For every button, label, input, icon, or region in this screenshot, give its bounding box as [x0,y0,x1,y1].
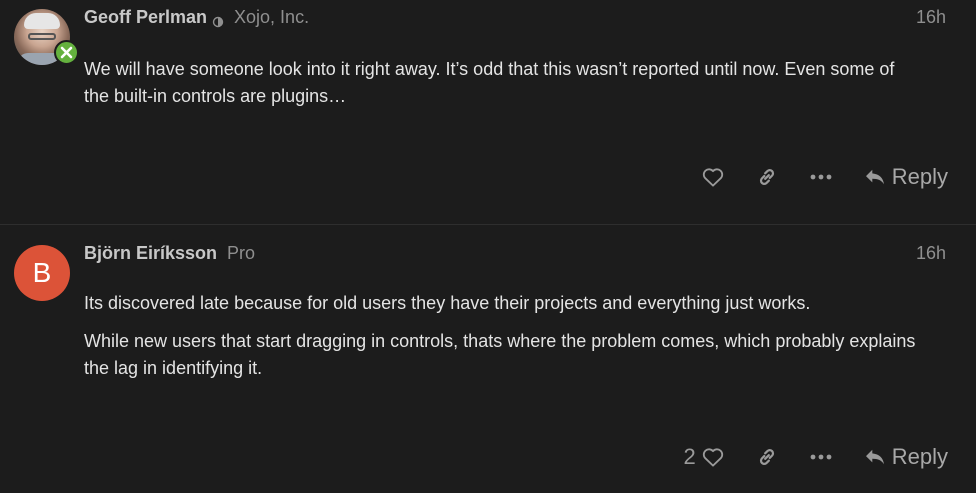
xojo-x-icon [54,40,79,65]
post-paragraph: Its discovered late because for old user… [84,293,811,313]
heart-icon [702,448,723,467]
like-group [698,160,728,194]
more-actions-button[interactable] [806,160,836,194]
like-count[interactable]: 2 [684,444,696,470]
post: Geoff Perlman Xojo, Inc. 16h We will hav… [0,0,976,224]
avatar-letter: B [14,245,70,301]
avatar[interactable]: B [14,245,70,301]
reply-label: Reply [891,164,948,189]
share-link-button[interactable] [752,440,782,474]
post-body: Its discovered late because for old user… [84,290,916,393]
post-paragraph: We will have someone look into it right … [84,59,895,106]
reply-arrow-icon [865,169,884,185]
link-icon [759,169,774,185]
post-body: We will have someone look into it right … [84,56,916,121]
post-actions: 2 Reply [684,440,949,474]
post-meta: Geoff Perlman Xojo, Inc. 16h [84,7,946,28]
topic-stream: Geoff Perlman Xojo, Inc. 16h We will hav… [0,0,976,493]
like-button[interactable] [698,160,728,194]
user-title: Xojo, Inc. [234,7,310,27]
username[interactable]: Geoff Perlman [84,7,207,28]
reply-button[interactable]: Reply [864,160,948,194]
share-link-button[interactable] [752,160,782,194]
avatar[interactable] [14,9,79,65]
username[interactable]: Björn Eiríksson [84,243,217,264]
reply-button[interactable]: Reply [864,440,948,474]
like-group: 2 [684,440,728,474]
ellipsis-icon [810,174,832,180]
link-icon [759,449,774,465]
user-title: Pro [227,243,256,263]
heart-icon [702,168,723,187]
like-button[interactable] [698,440,728,474]
shield-icon [212,12,224,27]
ellipsis-icon [810,454,832,460]
reply-arrow-icon [865,449,884,465]
more-actions-button[interactable] [806,440,836,474]
post-timestamp[interactable]: 16h [916,243,946,264]
post-paragraph: While new users that start dragging in c… [84,331,916,378]
post-meta: Björn Eiríksson Pro 16h [84,243,946,264]
post-timestamp[interactable]: 16h [916,7,946,28]
reply-label: Reply [891,444,948,469]
post-actions: Reply [698,160,948,194]
